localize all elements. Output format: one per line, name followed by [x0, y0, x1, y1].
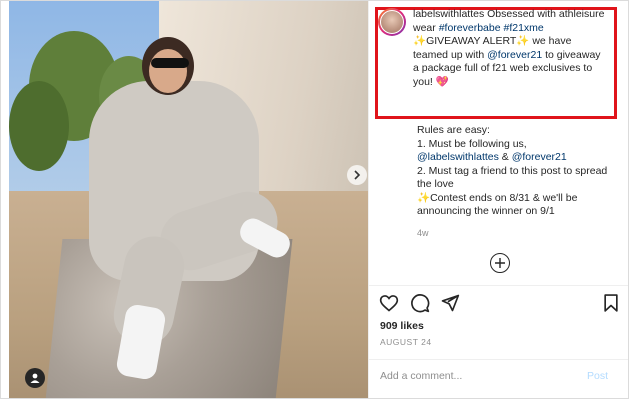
hashtag-link[interactable]: #foreverbabe — [439, 22, 501, 34]
load-more-comments-button[interactable] — [490, 253, 510, 273]
heart-icon[interactable] — [379, 293, 399, 313]
divider — [369, 285, 628, 286]
post-date: AUGUST 24 — [380, 337, 432, 347]
chevron-right-icon — [354, 170, 361, 180]
avatar[interactable] — [378, 8, 406, 36]
plus-icon — [495, 258, 505, 268]
post-caption: labelswithlattes Obsessed with athleisur… — [413, 8, 605, 89]
caption-rules: Rules are easy: 1. Must be following us,… — [417, 124, 622, 219]
rules-intro: Rules are easy: — [417, 124, 490, 136]
rules-line: 1. Must be following us, — [417, 137, 527, 150]
post-time-ago[interactable]: 4w — [417, 228, 429, 238]
share-icon[interactable] — [440, 293, 460, 313]
post-actions — [379, 293, 625, 315]
next-photo-button[interactable] — [347, 165, 367, 185]
rules-line: ✨Contest ends on 8/31 & we'll be announc… — [417, 191, 578, 218]
post-image[interactable] — [9, 1, 368, 398]
tagged-users-button[interactable] — [25, 368, 45, 388]
post-details-panel: labelswithlattes Obsessed with athleisur… — [368, 1, 628, 398]
mention-link[interactable]: @forever21 — [487, 49, 542, 61]
rules-mentions: @labelswithlattes & @forever21 — [417, 151, 567, 163]
comment-icon[interactable] — [410, 293, 430, 313]
rules-line: 2. Must tag a friend to this post to spr… — [417, 164, 608, 191]
instagram-post: labelswithlattes Obsessed with athleisur… — [0, 0, 629, 399]
post-comment-button[interactable]: Post — [587, 370, 608, 382]
mention-link[interactable]: @forever21 — [512, 151, 567, 163]
username-link[interactable]: labelswithlattes — [413, 8, 484, 20]
hashtag-link[interactable]: #f21xme — [504, 22, 544, 34]
like-count[interactable]: 909 likes — [380, 320, 424, 332]
add-comment-field[interactable]: Add a comment... — [380, 370, 462, 382]
user-icon — [30, 373, 40, 383]
bookmark-icon[interactable] — [601, 293, 621, 313]
mention-link[interactable]: @labelswithlattes — [417, 151, 499, 163]
divider — [369, 359, 628, 360]
